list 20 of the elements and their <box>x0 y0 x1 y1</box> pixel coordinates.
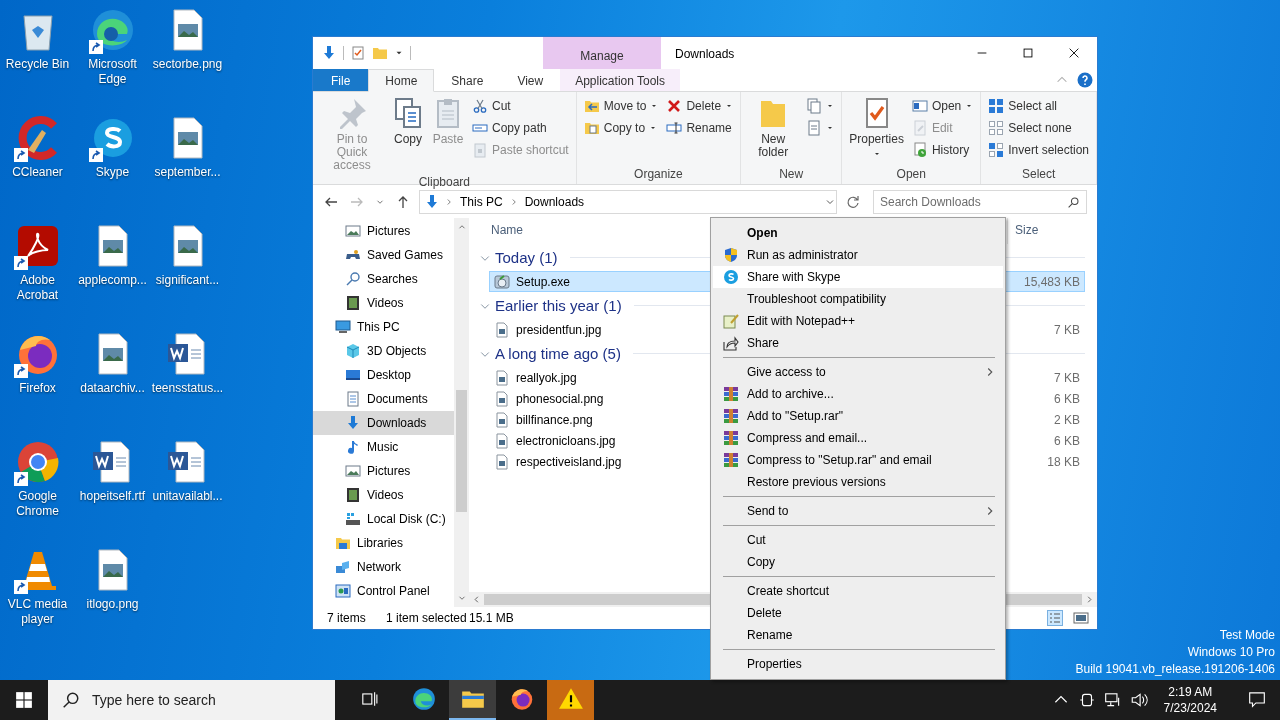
file-size: 18 KB <box>1046 454 1081 469</box>
status-text: 7 items <box>327 611 367 625</box>
status-text: 15.1 MB <box>469 611 514 625</box>
ribbon-group-title: Open <box>895 166 927 183</box>
ribbon-group-title: Organize <box>633 166 684 183</box>
system-notice-text: Build 19041.vb_release.191206-1406 <box>1075 661 1275 678</box>
file-size: 6 KB <box>1053 433 1081 448</box>
file-size: 2 KB <box>1053 412 1081 427</box>
window-title: Downloads <box>674 46 736 63</box>
ribbon-group-title: Clipboard <box>417 174 472 190</box>
file-size: 7 KB <box>1053 322 1081 337</box>
system-notice-text: Windows 10 Pro <box>1187 644 1275 661</box>
ribbon-group-title: New <box>778 166 805 183</box>
file-size: 15,483 KB <box>1022 274 1081 289</box>
system-notice-text: Test Mode <box>1219 627 1275 644</box>
ribbon-group-title: Select <box>1020 166 1057 183</box>
file-size: 6 KB <box>1053 391 1081 406</box>
status-text: 1 item selected <box>386 611 468 625</box>
file-size: 7 KB <box>1053 370 1081 385</box>
contextual-tab-header: Manage <box>543 37 661 69</box>
